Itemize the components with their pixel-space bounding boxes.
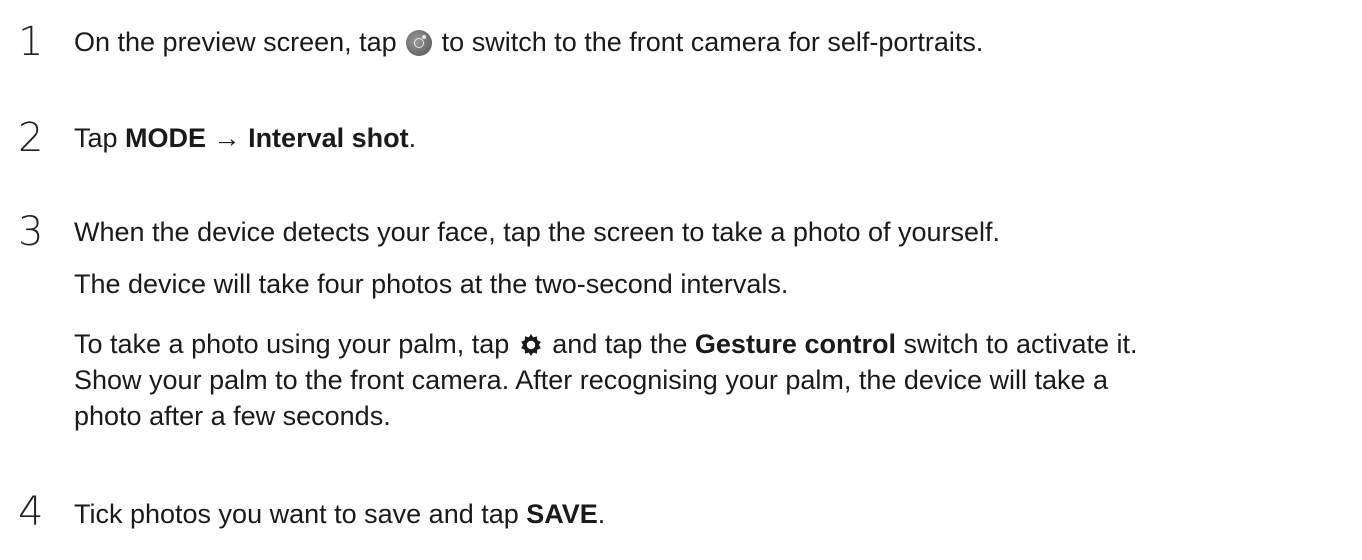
gesture-control-label: Gesture control xyxy=(694,329,896,359)
step-number: 1 xyxy=(18,19,44,65)
step-3-line-1: When the device detects your face, tap t… xyxy=(74,217,1001,247)
step-3-line-5: photo after a few seconds. xyxy=(74,401,391,431)
camera-switch-icon xyxy=(406,30,433,56)
step-4-suffix: . xyxy=(597,499,606,529)
interval-shot-label: Interval shot xyxy=(248,123,409,153)
step-1-text-after: to switch to the front camera for self-p… xyxy=(434,27,984,57)
step-3-line-3-mid: and tap the xyxy=(544,329,695,359)
step-4-prefix: Tick photos you want to save and tap xyxy=(74,499,527,529)
mode-label: MODE xyxy=(125,123,207,153)
step-3-line-3-after: switch to activate it. xyxy=(895,329,1138,359)
step-1-text: On the preview screen, tap to switch to … xyxy=(74,24,983,60)
step-3-line-3-before: To take a photo using your palm, tap xyxy=(74,329,517,359)
step-number: 3 xyxy=(18,209,44,255)
save-label: SAVE xyxy=(526,499,598,529)
step-4-text: Tick photos you want to save and tap SAV… xyxy=(74,496,605,532)
step-3-line-3: To take a photo using your palm, tap and… xyxy=(74,326,1138,362)
step-2-suffix: . xyxy=(408,123,417,153)
step-number: 4 xyxy=(18,489,44,535)
step-2-prefix: Tap xyxy=(74,123,126,153)
arrow: → xyxy=(206,123,249,153)
settings-gear-icon xyxy=(520,334,541,356)
step-number: 2 xyxy=(18,115,44,161)
step-3-line-2: The device will take four photos at the … xyxy=(74,269,789,299)
step-3-line-4: Show your palm to the front camera. Afte… xyxy=(74,365,1109,395)
step-1-text-before: On the preview screen, tap xyxy=(74,27,405,57)
step-2-text: Tap MODE → Interval shot. xyxy=(74,120,416,156)
